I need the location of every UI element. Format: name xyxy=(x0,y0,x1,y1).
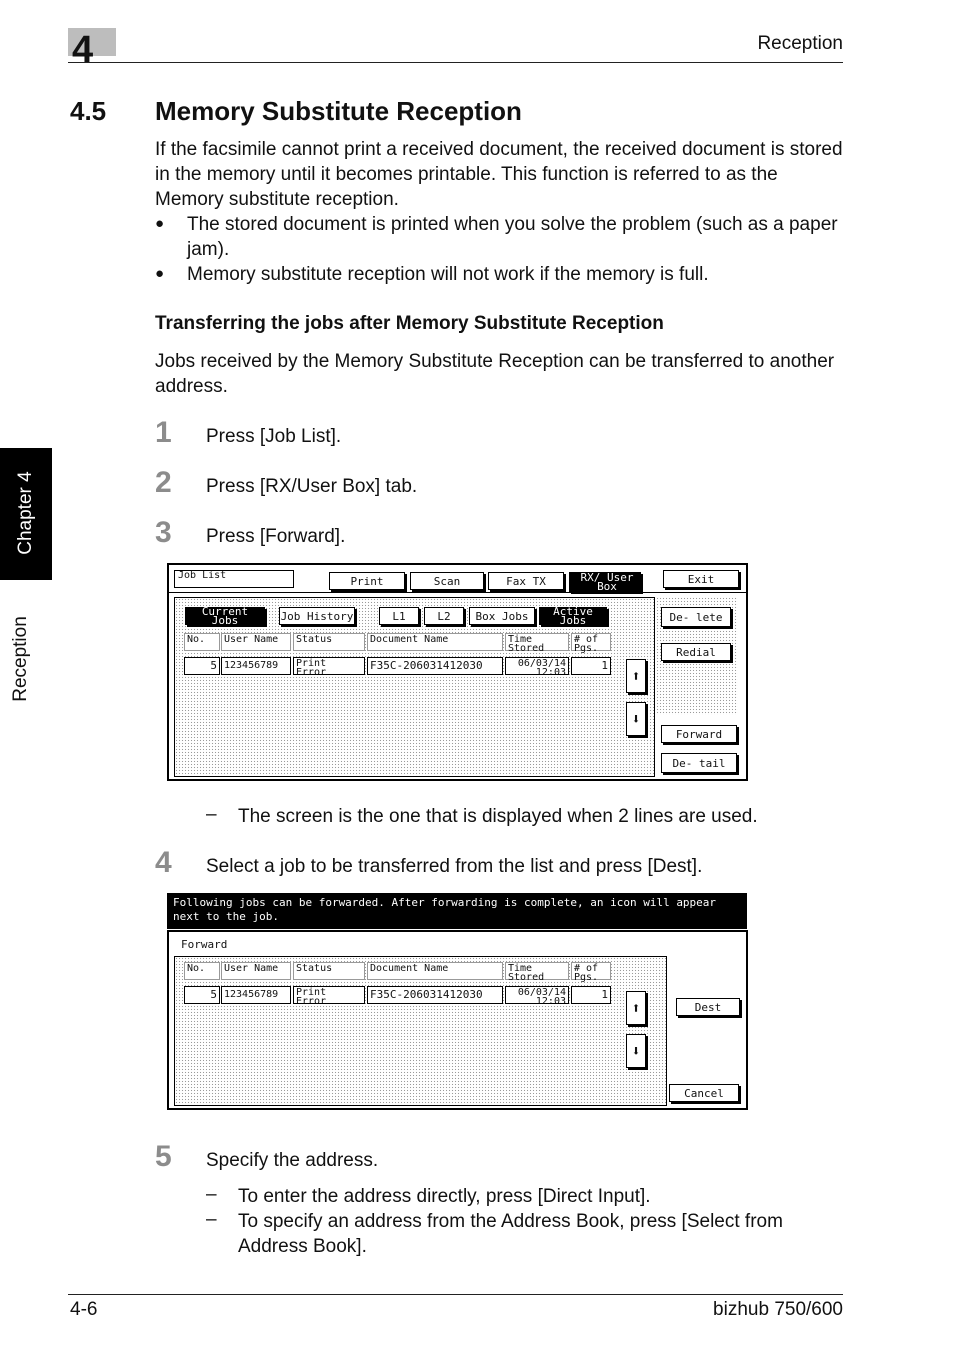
bullet-item: Memory substitute reception will not wor… xyxy=(187,264,709,285)
step-text: Select a job to be transferred from the … xyxy=(206,856,703,877)
forward-label: Forward xyxy=(181,938,228,951)
step-text: Press [Job List]. xyxy=(206,426,342,447)
cell-document[interactable]: F35C-206031412030 xyxy=(367,986,503,1004)
exit-button[interactable]: Exit xyxy=(663,570,739,588)
tab-current-jobs[interactable]: Current Jobs xyxy=(185,606,265,626)
cell-time[interactable]: 06/03/14 12:03 xyxy=(505,657,569,675)
step-number: 1 xyxy=(155,416,172,449)
col-header-time: Time Stored xyxy=(505,962,569,983)
arrow-up-icon[interactable]: ⬆ xyxy=(626,659,646,693)
footer-rule xyxy=(68,1294,843,1295)
step-number: 4 xyxy=(155,846,172,879)
section-title: Memory Substitute Reception xyxy=(155,96,522,126)
box-jobs-button[interactable]: Box Jobs xyxy=(469,607,535,625)
header-title: Reception xyxy=(757,33,843,54)
step-number: 3 xyxy=(155,516,172,549)
note-text: To specify an address from the Address B… xyxy=(238,1211,783,1257)
forward-message-bar: Following jobs can be forwarded. After f… xyxy=(167,893,747,929)
side-section-label: Reception xyxy=(10,616,31,702)
cell-time[interactable]: 06/03/14 12:03 xyxy=(505,986,569,1004)
step-number: 5 xyxy=(155,1140,172,1173)
col-header-document: Document Name xyxy=(367,633,503,651)
col-header-status: Status xyxy=(293,962,365,980)
cell-no[interactable]: 5 xyxy=(184,657,220,675)
section-number: 4.5 xyxy=(70,96,107,126)
note-text: To enter the address directly, press [Di… xyxy=(238,1186,651,1207)
tab-fax-tx[interactable]: Fax TX xyxy=(488,572,564,590)
page-number: 4-6 xyxy=(70,1299,98,1320)
col-header-user: User Name xyxy=(221,633,291,651)
col-header-time: Time Stored xyxy=(505,633,569,654)
col-header-pages: # of Pgs. xyxy=(571,962,611,983)
job-list-screen: Job List Print Scan Fax TX RX/ User Box … xyxy=(167,563,748,781)
note-text: The screen is the one that is displayed … xyxy=(238,806,758,827)
col-header-status: Status xyxy=(293,633,365,651)
cell-no[interactable]: 5 xyxy=(184,986,220,1004)
step-text: Specify the address. xyxy=(206,1150,379,1171)
cell-pages[interactable]: 1 xyxy=(571,986,611,1004)
cell-status[interactable]: Print Error xyxy=(293,657,365,675)
tab-job-history[interactable]: Job History xyxy=(279,607,355,625)
line-2-button[interactable]: L2 xyxy=(424,607,464,625)
dest-button[interactable]: Dest xyxy=(676,998,740,1016)
subsection-paragraph: Jobs received by the Memory Substitute R… xyxy=(155,351,835,397)
step-text: Press [RX/User Box] tab. xyxy=(206,476,418,497)
screen-divider xyxy=(169,592,746,593)
job-list-label: Job List xyxy=(174,570,294,588)
side-chapter-label: Chapter 4 xyxy=(15,471,36,555)
arrow-down-icon[interactable]: ⬇ xyxy=(626,1034,646,1068)
bullet-symbol: ● xyxy=(155,265,165,282)
header-rule xyxy=(68,62,843,63)
tab-scan[interactable]: Scan xyxy=(410,572,484,590)
cell-document[interactable]: F35C-206031412030 xyxy=(367,657,503,675)
dash-symbol: – xyxy=(206,1184,217,1205)
intro-paragraph: If the facsimile cannot print a received… xyxy=(155,139,843,210)
bullet-symbol: ● xyxy=(155,215,165,232)
arrow-down-icon[interactable]: ⬇ xyxy=(626,702,646,736)
step-number: 2 xyxy=(155,466,172,499)
cell-status[interactable]: Print Error xyxy=(293,986,365,1004)
col-header-user: User Name xyxy=(221,962,291,980)
detail-button[interactable]: De- tail xyxy=(661,753,737,773)
bullet-item: The stored document is printed when you … xyxy=(187,214,838,260)
chapter-number: 4 xyxy=(72,29,94,71)
col-header-no: No. xyxy=(184,962,220,980)
cell-user[interactable]: 123456789 xyxy=(221,986,291,1004)
arrow-up-icon[interactable]: ⬆ xyxy=(626,991,646,1025)
forward-screen: Forward No. User Name Status Document Na… xyxy=(167,930,748,1110)
active-jobs-button[interactable]: Active Jobs xyxy=(539,606,607,626)
col-header-document: Document Name xyxy=(367,962,503,980)
tab-print[interactable]: Print xyxy=(329,572,405,590)
step-text: Press [Forward]. xyxy=(206,526,346,547)
line-1-button[interactable]: L1 xyxy=(379,607,419,625)
dash-symbol: – xyxy=(206,804,217,825)
forward-button[interactable]: Forward xyxy=(661,725,737,743)
col-header-pages: # of Pgs. xyxy=(571,633,611,654)
dash-symbol: – xyxy=(206,1209,217,1230)
col-header-no: No. xyxy=(184,633,220,651)
tab-rx-user-box[interactable]: RX/ User Box xyxy=(569,572,641,592)
cell-user[interactable]: 123456789 xyxy=(221,657,291,675)
redial-button[interactable]: Redial xyxy=(661,643,731,661)
cell-pages[interactable]: 1 xyxy=(571,657,611,675)
product-name: bizhub 750/600 xyxy=(713,1299,843,1320)
delete-button[interactable]: De- lete xyxy=(661,607,731,627)
cancel-button[interactable]: Cancel xyxy=(669,1084,739,1102)
subsection-title: Transferring the jobs after Memory Subst… xyxy=(155,313,664,334)
